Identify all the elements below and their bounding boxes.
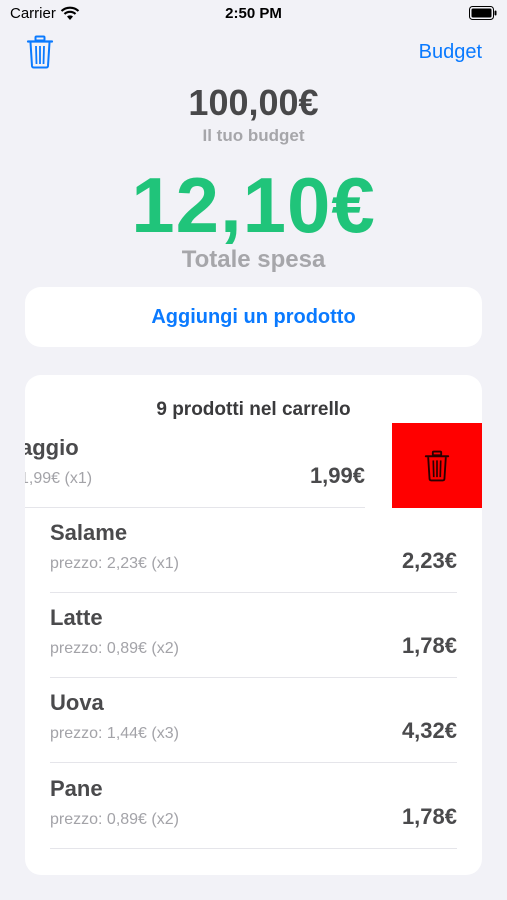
product-price: 2,23€	[401, 548, 457, 573]
product-price: 1,99€	[309, 463, 365, 488]
budget-button[interactable]: Budget	[419, 41, 482, 64]
product-detail: prezzo: 0,89€ (x2)	[50, 640, 179, 657]
budget-label: Il tuo budget	[202, 126, 305, 145]
cart-card: 9 prodotti nel carrello aggio 1,99€ (x1)…	[25, 375, 482, 875]
add-product-button[interactable]: Aggiungi un prodotto	[25, 287, 482, 347]
product-name: Pane	[50, 776, 103, 801]
total-spend-amount: 12,10€	[131, 161, 376, 249]
delete-row-button[interactable]	[392, 423, 482, 508]
product-detail: prezzo: 2,23€ (x1)	[50, 555, 179, 572]
product-name: Salame	[50, 520, 128, 545]
list-item[interactable]: aggio 1,99€ (x1) 1,99€	[25, 423, 365, 508]
product-name: Uova	[50, 690, 104, 715]
product-price: 4,32€	[401, 718, 457, 743]
list-item[interactable]: Latte prezzo: 0,89€ (x2) 1,78€	[50, 593, 457, 678]
status-bar: Carrier 2:50 PM	[0, 0, 507, 30]
product-price: 1,78€	[401, 633, 457, 658]
product-detail: prezzo: 1,44€ (x3)	[50, 725, 179, 742]
total-spend-label: Totale spesa	[181, 246, 326, 273]
product-name: Latte	[50, 605, 103, 630]
cart-header: 9 prodotti nel carrello	[156, 399, 351, 420]
budget-amount: 100,00€	[188, 82, 319, 123]
product-detail: prezzo: 0,89€ (x2)	[50, 811, 179, 828]
row-divider	[50, 848, 457, 849]
product-name: aggio	[25, 435, 79, 460]
status-time: 2:50 PM	[225, 5, 282, 22]
battery-icon	[469, 6, 497, 20]
product-detail: 1,99€ (x1)	[25, 470, 93, 487]
list-item[interactable]: Pane prezzo: 0,89€ (x2) 1,78€	[50, 764, 457, 849]
list-item[interactable]: Salame prezzo: 2,23€ (x1) 2,23€	[50, 508, 457, 593]
trash-icon[interactable]	[26, 35, 54, 69]
trash-icon	[424, 450, 450, 482]
row-divider	[50, 762, 457, 763]
list-item[interactable]: Uova prezzo: 1,44€ (x3) 4,32€	[50, 678, 457, 763]
product-price: 1,78€	[401, 804, 457, 829]
